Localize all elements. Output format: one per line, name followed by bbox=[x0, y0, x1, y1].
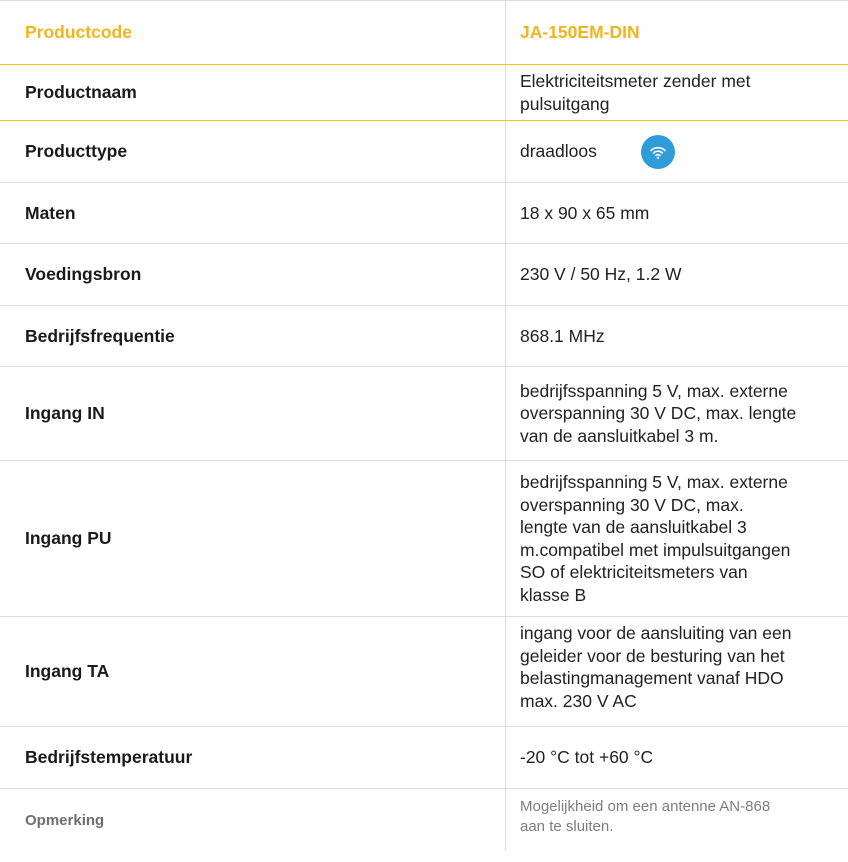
column-divider bbox=[505, 789, 506, 851]
spec-value-wrap: draadloos bbox=[520, 121, 848, 182]
column-divider bbox=[505, 244, 506, 305]
column-divider bbox=[505, 461, 506, 616]
spec-row-ingang-ta: Ingang TA ingang voor de aansluiting van… bbox=[0, 617, 848, 727]
spec-label: Productcode bbox=[25, 22, 132, 42]
spec-row-productnaam: Productnaam Elektriciteitsmeter zender m… bbox=[0, 65, 848, 121]
column-divider bbox=[505, 183, 506, 243]
spec-value: -20 °C tot +60 °C bbox=[520, 747, 654, 768]
spec-label: Bedrijfstemperatuur bbox=[25, 747, 193, 767]
spec-value: 18 x 90 x 65 mm bbox=[520, 202, 650, 223]
column-divider bbox=[505, 727, 506, 788]
spec-label: Voedingsbron bbox=[25, 264, 142, 284]
spec-label: Producttype bbox=[25, 141, 128, 161]
spec-row-producttype: Producttype draadloos bbox=[0, 121, 848, 183]
spec-label: Bedrijfsfrequentie bbox=[25, 325, 175, 346]
spec-row-productcode: Productcode JA-150EM-DIN bbox=[0, 0, 848, 65]
spec-label: Ingang IN bbox=[25, 403, 105, 423]
spec-label: Ingang PU bbox=[25, 528, 112, 548]
spec-row-maten: Maten 18 x 90 x 65 mm bbox=[0, 183, 848, 244]
wifi-icon bbox=[640, 134, 675, 169]
spec-row-bedrijfsfrequentie: Bedrijfsfrequentie 868.1 MHz bbox=[0, 306, 848, 367]
column-divider bbox=[505, 121, 506, 182]
spec-row-bedrijfstemperatuur: Bedrijfstemperatuur -20 °C tot +60 °C bbox=[0, 727, 848, 789]
spec-value: draadloos bbox=[520, 141, 597, 162]
column-divider bbox=[505, 617, 506, 726]
spec-value: JA-150EM-DIN bbox=[520, 22, 640, 43]
column-divider bbox=[505, 367, 506, 460]
spec-value: bedrijfsspanning 5 V, max. externe overs… bbox=[520, 380, 797, 446]
spec-value: 230 V / 50 Hz, 1.2 W bbox=[520, 264, 682, 285]
spec-label: Productnaam bbox=[25, 82, 137, 102]
column-divider bbox=[505, 306, 506, 366]
column-divider bbox=[505, 65, 506, 120]
spec-label: Ingang TA bbox=[25, 661, 110, 681]
spec-label: Maten bbox=[25, 202, 76, 223]
spec-label: Opmerking bbox=[25, 811, 105, 829]
spec-row-ingang-pu: Ingang PU bedrijfsspanning 5 V, max. ext… bbox=[0, 461, 848, 617]
spec-value: 868.1 MHz bbox=[520, 325, 605, 346]
spec-value: Elektriciteitsmeter zender met pulsuitga… bbox=[520, 71, 751, 114]
spec-value: ingang voor de aansluiting van een gelei… bbox=[520, 623, 792, 711]
spec-value: Mogelijkheid om een antenne AN-868 aan t… bbox=[520, 798, 771, 835]
product-spec-table: Productcode JA-150EM-DIN Productnaam Ele… bbox=[0, 0, 848, 851]
spec-row-voedingsbron: Voedingsbron 230 V / 50 Hz, 1.2 W bbox=[0, 244, 848, 306]
spec-value: bedrijfsspanning 5 V, max. externe overs… bbox=[520, 472, 791, 605]
spec-row-opmerking: Opmerking Mogelijkheid om een antenne AN… bbox=[0, 789, 848, 851]
column-divider bbox=[505, 1, 506, 64]
spec-row-ingang-in: Ingang IN bedrijfsspanning 5 V, max. ext… bbox=[0, 367, 848, 461]
